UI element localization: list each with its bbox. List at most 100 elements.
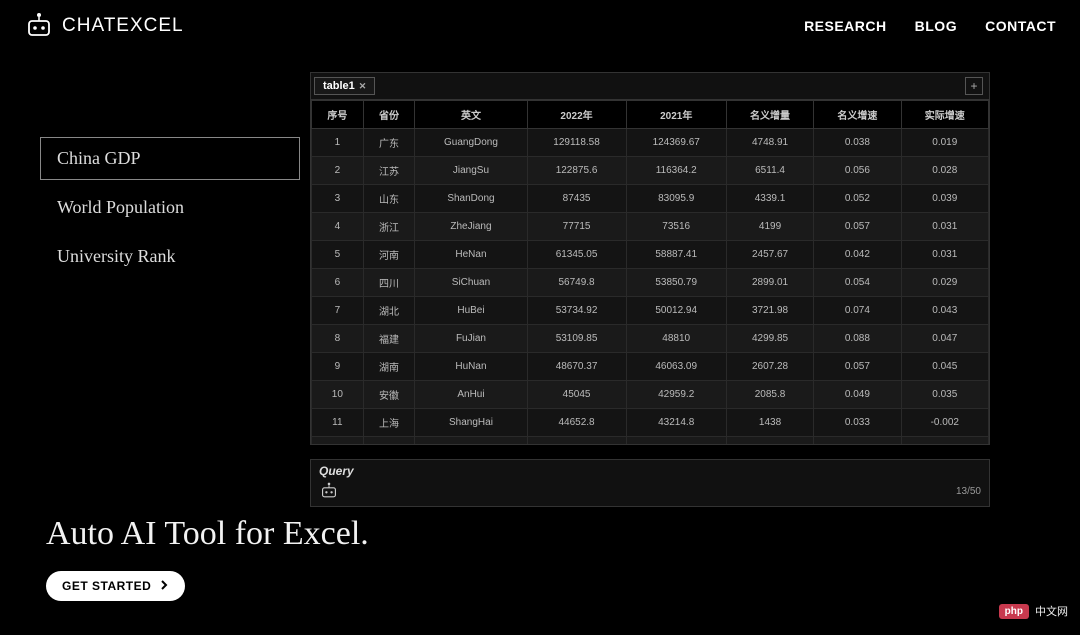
table-cell: 6511.4 [726, 157, 813, 185]
table-cell: 77715 [527, 213, 626, 241]
table-cell: 0.042 [814, 241, 901, 269]
table-cell: 4339.1 [726, 185, 813, 213]
column-header[interactable]: 2022年 [527, 101, 626, 129]
table-cell: HuNan [415, 353, 527, 381]
table-cell: 122875.6 [527, 157, 626, 185]
table-cell: 58887.41 [626, 241, 726, 269]
table-row[interactable]: 1广东GuangDong129118.58124369.674748.910.0… [312, 129, 989, 157]
sidebar-item-china-gdp[interactable]: China GDP [40, 137, 300, 180]
table-cell: 53850.79 [626, 269, 726, 297]
query-panel: Query 13/50 [310, 459, 990, 507]
table-cell: FuJian [415, 325, 527, 353]
robot-icon [24, 12, 54, 40]
watermark: php 中文网 [999, 603, 1068, 619]
table-cell: 61345.05 [527, 241, 626, 269]
data-table-wrap: 序号省份英文2022年2021年名义增量名义增速实际增速 1广东GuangDon… [310, 100, 990, 445]
table-row[interactable]: 12河北HeBei42370.440391.31979.10.0490.038 [312, 437, 989, 446]
column-header[interactable]: 省份 [363, 101, 415, 129]
table-cell: 0.039 [901, 185, 988, 213]
table-cell: 0.038 [814, 129, 901, 157]
table-cell: GuangDong [415, 129, 527, 157]
table-cell: 6 [312, 269, 364, 297]
table-cell: 124369.67 [626, 129, 726, 157]
watermark-text: 中文网 [1035, 603, 1068, 619]
tab-table1[interactable]: table1 ✕ [314, 77, 375, 95]
table-cell: 3721.98 [726, 297, 813, 325]
get-started-button[interactable]: GET STARTED [46, 571, 185, 601]
table-cell: 河北 [363, 437, 415, 446]
table-cell: 48670.37 [527, 353, 626, 381]
table-cell: 0.045 [901, 353, 988, 381]
table-cell: 87435 [527, 185, 626, 213]
table-cell: 0.056 [814, 157, 901, 185]
table-cell: 4199 [726, 213, 813, 241]
nav-research[interactable]: RESEARCH [804, 18, 887, 34]
column-header[interactable]: 实际增速 [901, 101, 988, 129]
table-cell: 安徽 [363, 381, 415, 409]
add-tab-button[interactable]: + [965, 77, 983, 95]
nav-blog[interactable]: BLOG [915, 18, 957, 34]
column-header[interactable]: 2021年 [626, 101, 726, 129]
table-cell: 0.047 [901, 325, 988, 353]
table-cell: 江苏 [363, 157, 415, 185]
table-cell: 0.049 [814, 437, 901, 446]
table-cell: 2457.67 [726, 241, 813, 269]
nav-contact[interactable]: CONTACT [985, 18, 1056, 34]
table-cell: 4299.85 [726, 325, 813, 353]
table-cell: -0.002 [901, 409, 988, 437]
table-cell: 40391.3 [626, 437, 726, 446]
table-cell: 42370.4 [527, 437, 626, 446]
table-cell: 2 [312, 157, 364, 185]
column-header[interactable]: 英文 [415, 101, 527, 129]
table-row[interactable]: 4浙江ZheJiang777157351641990.0570.031 [312, 213, 989, 241]
sidebar: China GDP World Population University Ra… [20, 72, 300, 507]
table-cell: 0.029 [901, 269, 988, 297]
table-cell: 河南 [363, 241, 415, 269]
sidebar-item-university-rank[interactable]: University Rank [40, 235, 300, 278]
table-cell: ShanDong [415, 185, 527, 213]
table-cell: 上海 [363, 409, 415, 437]
table-cell: 50012.94 [626, 297, 726, 325]
table-cell: 0.043 [901, 297, 988, 325]
sidebar-item-world-population[interactable]: World Population [40, 186, 300, 229]
table-cell: 0.057 [814, 353, 901, 381]
table-cell: 0.035 [901, 381, 988, 409]
column-header[interactable]: 名义增量 [726, 101, 813, 129]
table-cell: 1979.1 [726, 437, 813, 446]
table-cell: 56749.8 [527, 269, 626, 297]
watermark-badge: php [999, 604, 1029, 619]
table-cell: 12 [312, 437, 364, 446]
column-header[interactable]: 名义增速 [814, 101, 901, 129]
table-row[interactable]: 10安徽AnHui4504542959.22085.80.0490.035 [312, 381, 989, 409]
table-cell: 7 [312, 297, 364, 325]
table-cell: 0.054 [814, 269, 901, 297]
logo[interactable]: CHATEXCEL [24, 12, 184, 40]
table-cell: 53734.92 [527, 297, 626, 325]
table-cell: 1 [312, 129, 364, 157]
table-row[interactable]: 2江苏JiangSu122875.6116364.26511.40.0560.0… [312, 157, 989, 185]
table-row[interactable]: 9湖南HuNan48670.3746063.092607.280.0570.04… [312, 353, 989, 381]
table-row[interactable]: 7湖北HuBei53734.9250012.943721.980.0740.04… [312, 297, 989, 325]
table-cell: 3 [312, 185, 364, 213]
table-cell: 0.031 [901, 213, 988, 241]
table-cell: 2899.01 [726, 269, 813, 297]
table-cell: ZheJiang [415, 213, 527, 241]
table-row[interactable]: 6四川SiChuan56749.853850.792899.010.0540.0… [312, 269, 989, 297]
column-header[interactable]: 序号 [312, 101, 364, 129]
table-cell: 83095.9 [626, 185, 726, 213]
table-cell: 4 [312, 213, 364, 241]
table-row[interactable]: 5河南HeNan61345.0558887.412457.670.0420.03… [312, 241, 989, 269]
table-cell: AnHui [415, 381, 527, 409]
table-row[interactable]: 3山东ShanDong8743583095.94339.10.0520.039 [312, 185, 989, 213]
nav: RESEARCH BLOG CONTACT [804, 18, 1056, 34]
table-row[interactable]: 11上海ShangHai44652.843214.814380.033-0.00… [312, 409, 989, 437]
table-cell: 9 [312, 353, 364, 381]
table-row[interactable]: 8福建FuJian53109.85488104299.850.0880.047 [312, 325, 989, 353]
robot-icon[interactable] [319, 482, 339, 500]
table-cell: 0.088 [814, 325, 901, 353]
close-icon[interactable]: ✕ [359, 81, 367, 92]
table-cell: 10 [312, 381, 364, 409]
table-cell: 73516 [626, 213, 726, 241]
table-cell: 0.019 [901, 129, 988, 157]
query-counter: 13/50 [956, 486, 981, 497]
